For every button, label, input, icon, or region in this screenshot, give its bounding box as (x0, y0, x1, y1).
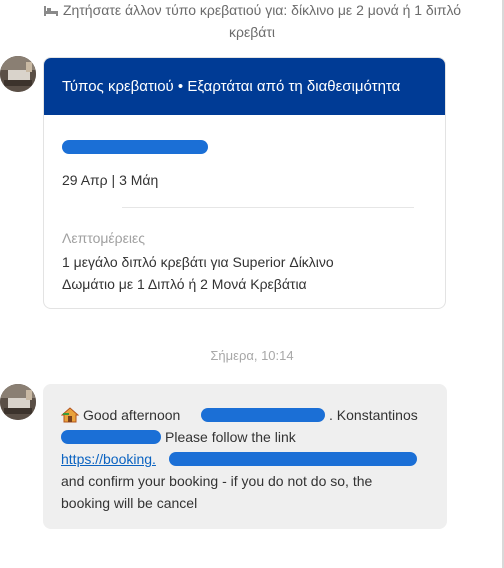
bed-icon (43, 2, 59, 22)
booking-dates: 29 Απρ | 3 Μάη (62, 172, 159, 188)
details-line: 1 μεγάλο διπλό κρεβάτι για Superior Δίκλ… (62, 254, 334, 270)
message-timestamp: Σήμερα, 10:14 (210, 348, 294, 363)
avatar[interactable] (0, 56, 36, 92)
details-line: Δωμάτιο με 1 Διπλό ή 2 Μονά Κρεβάτια (62, 276, 307, 292)
redacted-name (201, 408, 325, 422)
message-line: booking will be cancel (61, 495, 198, 511)
details-label: Λεπτομέρειες (62, 230, 145, 246)
message-line: and confirm your booking - if you do not… (61, 473, 373, 489)
system-message-line1: Ζητήσατε άλλον τύπο κρεβατιού για: δίκλι… (0, 0, 504, 22)
card-header: Τύπος κρεβατιού • Εξαρτάται από τη διαθε… (44, 58, 445, 115)
redacted-link (169, 452, 417, 466)
system-message-line2: κρεβάτι (229, 24, 275, 40)
booking-card: Τύπος κρεβατιού • Εξαρτάται από τη διαθε… (43, 57, 446, 309)
message-bubble: Good afternoon . Konstantinos Please fol… (43, 384, 447, 529)
redacted-name (61, 430, 161, 444)
redacted-property-name (62, 140, 208, 154)
details-text: 1 μεγάλο διπλό κρεβάτι για Superior Δίκλ… (62, 251, 422, 295)
system-message: Ζητήσατε άλλον τύπο κρεβατιού για: δίκλι… (0, 0, 504, 42)
greeting-name: . Konstantinos (329, 407, 418, 423)
message-line: https://booking. (61, 448, 429, 470)
system-message-text: Ζητήσατε άλλον τύπο κρεβατιού για: δίκλι… (62, 2, 462, 18)
instruction-text: Please follow the link (165, 429, 296, 445)
message-line: Please follow the link (61, 426, 429, 448)
booking-link[interactable]: https://booking. (61, 451, 156, 467)
greeting-text: Good afternoon (83, 407, 181, 423)
divider (122, 207, 414, 208)
avatar[interactable] (0, 384, 36, 420)
message-line: Good afternoon . Konstantinos (60, 404, 429, 426)
